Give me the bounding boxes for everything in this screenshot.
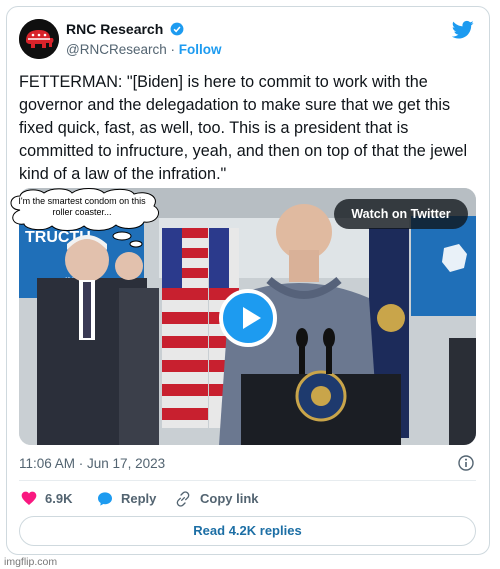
follow-button[interactable]: Follow xyxy=(179,42,222,57)
tweet-timestamp[interactable]: 11:06 AM · Jun 17, 2023 xyxy=(19,456,165,471)
tweet-text: FETTERMAN: "[Biden] is here to commit to… xyxy=(19,73,468,183)
like-count: 6.9K xyxy=(45,491,73,506)
read-replies-button[interactable]: Read 4.2K replies xyxy=(19,516,476,546)
account-handle[interactable]: @RNCResearch xyxy=(66,42,167,57)
reply-label: Reply xyxy=(121,491,157,506)
account-name-row[interactable]: RNC Research xyxy=(66,21,184,37)
heart-icon xyxy=(21,491,37,505)
watch-on-twitter-button[interactable]: Watch on Twitter xyxy=(334,199,468,229)
divider xyxy=(19,480,476,481)
copy-link-label: Copy link xyxy=(200,491,259,506)
info-icon[interactable] xyxy=(458,455,474,471)
account-name[interactable]: RNC Research xyxy=(66,21,163,37)
handle-separator: · xyxy=(170,42,176,57)
elephant-logo-icon xyxy=(19,19,59,59)
imgflip-watermark: imgflip.com xyxy=(4,556,58,568)
play-icon xyxy=(243,307,261,329)
thought-bubble-text: I'm the smartest condom on this roller c… xyxy=(18,196,146,217)
verified-badge-icon xyxy=(170,22,184,36)
link-icon xyxy=(176,491,190,507)
handle-row: @RNCResearch · Follow xyxy=(66,42,222,57)
play-button[interactable] xyxy=(219,289,277,347)
reply-bubble-icon xyxy=(98,492,112,506)
blue-banner-right xyxy=(411,216,476,316)
twitter-bird-icon[interactable] xyxy=(452,20,474,40)
avatar[interactable] xyxy=(19,19,59,59)
